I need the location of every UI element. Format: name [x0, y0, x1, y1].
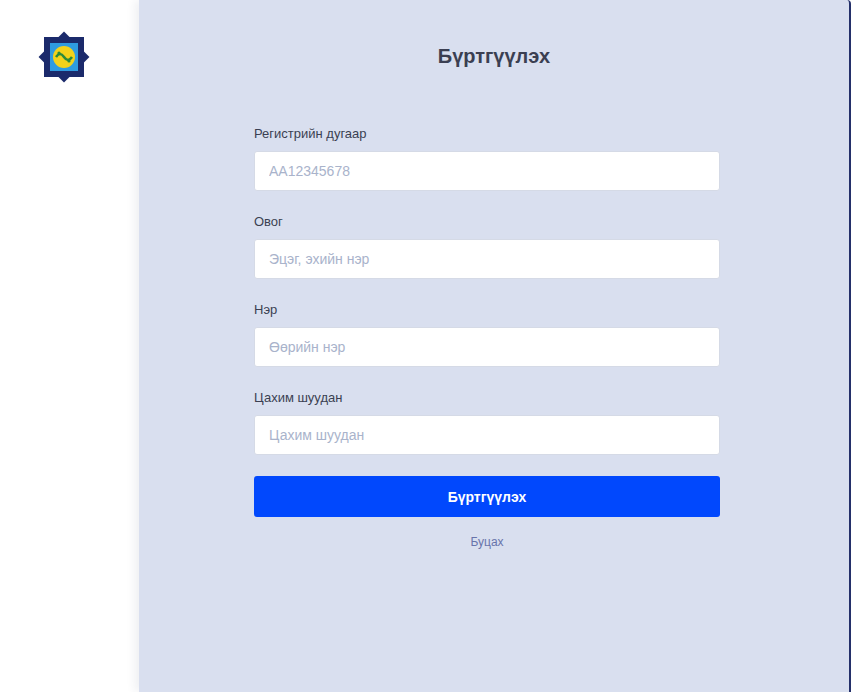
form-field: Регистрийн дугаар: [254, 126, 720, 191]
sidebar: [0, 0, 139, 692]
field-label: Овог: [254, 214, 720, 230]
form-field: Нэр: [254, 302, 720, 367]
form-field: Овог: [254, 214, 720, 279]
text-input[interactable]: [254, 415, 720, 455]
register-button[interactable]: Бүртгүүлэх: [254, 476, 720, 517]
field-label: Регистрийн дугаар: [254, 126, 720, 142]
page-title: Бүртгүүлэх: [139, 43, 849, 69]
back-link[interactable]: Буцах: [470, 535, 503, 549]
emblem-logo-icon: [35, 28, 93, 86]
register-panel: Бүртгүүлэх Регистрийн дугаар Овог Нэр Цахим …: [139, 0, 851, 692]
field-label: Нэр: [254, 302, 720, 318]
text-input[interactable]: [254, 151, 720, 191]
field-label: Цахим шуудан: [254, 390, 720, 406]
text-input[interactable]: [254, 239, 720, 279]
register-page: Бүртгүүлэх Регистрийн дугаар Овог Нэр Цахим …: [0, 0, 851, 692]
register-form: Регистрийн дугаар Овог Нэр Цахим шуудан Бүрт…: [254, 126, 720, 549]
form-field: Цахим шуудан: [254, 390, 720, 455]
text-input[interactable]: [254, 327, 720, 367]
